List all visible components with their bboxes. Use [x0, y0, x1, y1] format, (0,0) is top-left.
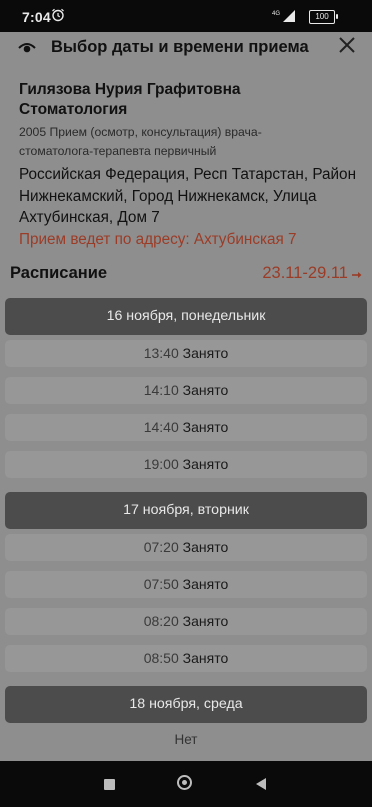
day-header[interactable]: 18 ноября, среда — [5, 686, 367, 723]
time-slot[interactable]: 14:40 Занято — [5, 414, 367, 441]
next-week-link[interactable]: 23.11-29.11 — [262, 264, 348, 283]
slot-status: Занято — [182, 456, 229, 472]
doctor-info: Гилязова Нурия Графитовна Стоматология 2… — [19, 80, 359, 250]
schedule-list: 16 ноября, понедельник 13:40 Занято 14:1… — [5, 298, 367, 750]
slot-status: Занято — [182, 419, 229, 435]
time-slot[interactable]: 19:00 Занято — [5, 451, 367, 478]
slot-status: Занято — [182, 576, 229, 592]
slot-time: 08:50 — [143, 650, 179, 666]
slot-status: Занято — [182, 613, 229, 629]
day-header[interactable]: 17 ноября, вторник — [5, 492, 367, 529]
alarm-icon — [52, 8, 64, 22]
slot-time: 14:40 — [143, 419, 179, 435]
status-time: 7:04 — [22, 9, 51, 25]
time-slot[interactable]: 13:40 Занято — [5, 340, 367, 367]
time-slot[interactable]: 08:20 Занято — [5, 608, 367, 635]
day-header[interactable]: 16 ноября, понедельник — [5, 298, 367, 335]
slot-time: 08:20 — [143, 613, 179, 629]
clinic-address: Российская Федерация, Респ Татарстан, Ра… — [19, 166, 357, 226]
battery-tip — [336, 14, 338, 19]
status-bar: 7:04 4G 100 — [0, 0, 372, 32]
doctor-name: Гилязова Нурия Графитовна — [19, 81, 241, 98]
status-icons: 4G 100 — [234, 8, 354, 24]
battery-icon: 100 — [309, 10, 335, 24]
doctor-specialty: Стоматология — [19, 101, 128, 118]
slot-status: Занято — [182, 650, 229, 666]
slot-time: 19:00 — [143, 456, 179, 472]
address-note: Прием ведет по адресу: Ахтубинская 7 — [19, 230, 297, 248]
recent-apps-icon[interactable] — [104, 779, 115, 790]
schedule-header: Расписание 23.11-29.11 — [10, 262, 362, 286]
slot-time: 07:20 — [143, 539, 179, 555]
network-label: 4G — [272, 11, 280, 17]
signal-icon: 4G — [272, 10, 295, 22]
no-slots-text: Нет — [174, 732, 198, 747]
time-slot[interactable]: 07:20 Занято — [5, 534, 367, 561]
system-nav-bar — [0, 761, 372, 807]
time-slot[interactable]: 14:10 Занято — [5, 377, 367, 404]
service-description: 2005 Прием (осмотр, консультация) врача-… — [19, 125, 262, 158]
schedule-title: Расписание — [10, 264, 108, 282]
dialog-header: Выбор даты и времени приема — [0, 32, 372, 62]
home-icon-dot — [182, 780, 187, 785]
slot-time: 14:10 — [143, 382, 179, 398]
slot-status: Занято — [182, 539, 229, 555]
slot-time: 07:50 — [143, 576, 179, 592]
time-slot[interactable]: 07:50 Занято — [5, 571, 367, 598]
close-icon[interactable] — [338, 36, 356, 54]
arrow-right-icon[interactable] — [352, 271, 362, 279]
slot-time: 13:40 — [143, 345, 179, 361]
slot-status: Занято — [182, 382, 229, 398]
slot-status: Занято — [182, 345, 229, 361]
time-slot[interactable]: 08:50 Занято — [5, 645, 367, 672]
page-title: Выбор даты и времени приема — [51, 38, 309, 56]
home-icon[interactable] — [177, 775, 192, 790]
eye-icon — [18, 43, 36, 53]
back-icon[interactable] — [256, 778, 266, 790]
